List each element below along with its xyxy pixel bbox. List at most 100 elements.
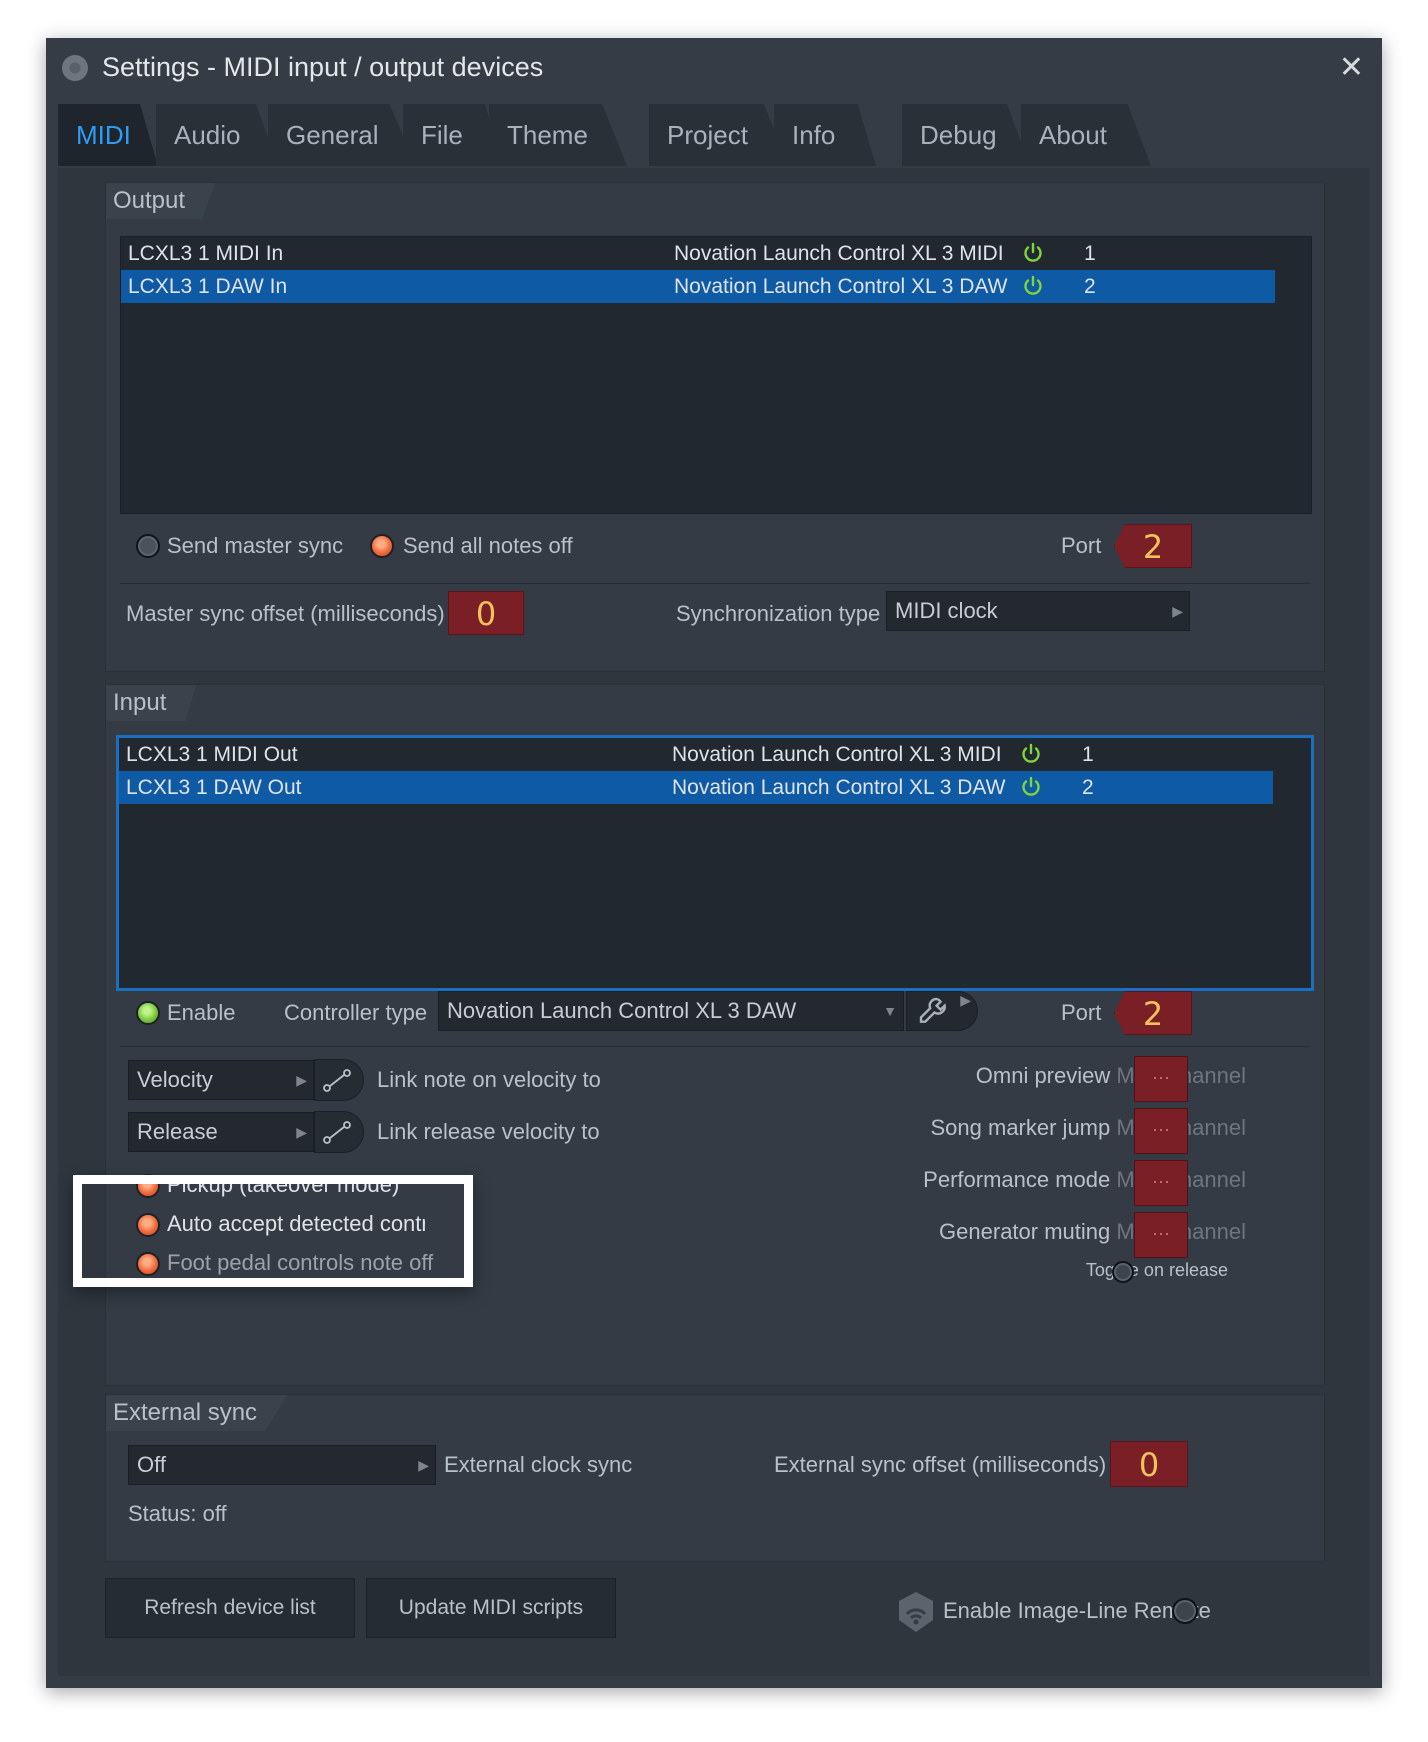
chevron-right-icon: ▶ [296,1124,307,1140]
link-curve-icon [323,1069,351,1092]
input-row-name: LCXL3 1 MIDI Out [126,743,298,766]
input-port-label: Port [1061,1000,1102,1025]
song-marker-channel[interactable]: ··· [1134,1108,1188,1154]
output-row-port: 1 [1084,242,1096,265]
external-sync-header: External sync [106,1395,288,1431]
input-row-port: 1 [1082,743,1094,766]
chevron-right-icon: ▶ [960,992,971,1008]
performance-mode-label: Performance mode MIDI channel [923,1167,1246,1193]
input-row-port: 2 [1082,776,1094,799]
output-port-input[interactable]: 2 [1114,524,1192,568]
link-note-on-label: Link note on velocity to [377,1067,601,1092]
input-row-name: LCXL3 1 DAW Out [126,776,302,799]
generator-muting-text: Generator muting [939,1219,1111,1244]
output-panel: Output LCXL3 1 MIDI In Novation Launch C… [105,182,1325,672]
input-row-device: Novation Launch Control XL 3 DAW [672,776,1006,799]
close-icon[interactable]: ✕ [1339,50,1364,85]
input-panel: Input LCXL3 1 MIDI Out Novation Launch C… [105,684,1325,1386]
input-row-selected[interactable]: LCXL3 1 DAW Out Novation Launch Control … [119,771,1273,804]
link-curve-icon [323,1121,351,1144]
input-row-device: Novation Launch Control XL 3 MIDI [672,743,1002,766]
generator-muting-channel[interactable]: ··· [1134,1212,1188,1258]
song-marker-label: Song marker jump MIDI channel [931,1115,1247,1141]
link-note-on-button[interactable] [314,1059,364,1101]
toggle-on-release-toggle[interactable] [1112,1261,1134,1283]
power-icon[interactable] [1021,241,1045,265]
send-master-sync-toggle[interactable] [136,534,160,558]
chevron-down-icon: ▼ [883,1003,897,1019]
input-device-list[interactable]: LCXL3 1 MIDI Out Novation Launch Control… [116,735,1314,991]
refresh-device-list-button[interactable]: Refresh device list [105,1578,355,1638]
divider [120,1046,1310,1047]
tab-bar: MIDI Audio General File Theme Project In… [46,104,1382,166]
output-row-name: LCXL3 1 MIDI In [128,242,284,265]
enable-toggle[interactable] [136,1001,160,1025]
external-sync-offset-label: External sync offset (milliseconds) [774,1452,1107,1477]
foot-pedal-toggle[interactable] [136,1252,160,1276]
power-icon[interactable] [1019,742,1043,766]
tab-midi[interactable]: MIDI [58,104,158,166]
tab-project[interactable]: Project [649,104,789,166]
chevron-right-icon: ▶ [418,1457,429,1473]
external-clock-sync-label: External clock sync [444,1452,633,1477]
link-release-button[interactable] [314,1111,364,1153]
tab-general[interactable]: General [268,104,416,166]
performance-mode-channel[interactable]: ··· [1134,1160,1188,1206]
send-master-sync-label: Send master sync [167,533,344,558]
enable-label: Enable [167,1000,236,1025]
image-line-remote-icon [899,1592,933,1632]
pickup-toggle[interactable] [136,1174,160,1198]
power-icon[interactable] [1019,775,1043,799]
input-port-input[interactable]: 2 [1114,991,1192,1035]
tab-theme[interactable]: Theme [489,104,627,166]
pickup-label: Pickup (takeover mode) [167,1172,400,1197]
external-sync-offset-input[interactable]: 0 [1110,1441,1188,1487]
enable-remote-toggle[interactable] [1172,1598,1198,1624]
controller-type-dropdown[interactable]: Novation Launch Control XL 3 DAW ▼ [438,991,904,1031]
tab-file[interactable]: File [403,104,503,166]
input-row[interactable]: LCXL3 1 MIDI Out Novation Launch Control… [119,738,1273,771]
external-sync-dropdown[interactable]: Off ▶ [128,1445,436,1485]
output-row[interactable]: LCXL3 1 MIDI In Novation Launch Control … [121,237,1275,270]
release-dropdown[interactable]: Release ▶ [128,1112,314,1152]
controller-settings-button[interactable]: ▶ [906,991,978,1031]
sync-type-label: Synchronization type [676,601,881,626]
performance-mode-text: Performance mode [923,1167,1111,1192]
tab-about[interactable]: About [1021,104,1151,166]
toggle-on-release-label: Toggle on release [1085,1260,1228,1280]
output-header: Output [106,183,216,219]
release-value: Release [137,1119,218,1144]
enable-remote-label: Enable Image-Line Remote [943,1598,1211,1623]
tab-debug[interactable]: Debug [902,104,1030,166]
velocity-dropdown[interactable]: Velocity ▶ [128,1060,314,1100]
master-sync-offset-input[interactable]: 0 [448,591,524,635]
output-device-list[interactable]: LCXL3 1 MIDI In Novation Launch Control … [120,236,1312,514]
master-sync-offset-label: Master sync offset (milliseconds) [126,601,445,626]
omni-preview-text: Omni preview [975,1063,1111,1088]
update-midi-scripts-button[interactable]: Update MIDI scripts [366,1578,616,1638]
link-release-label: Link release velocity to [377,1119,600,1144]
external-sync-status: Status: off [128,1501,227,1526]
omni-preview-label: Omni preview MIDI channel [976,1063,1246,1089]
send-all-notes-off-toggle[interactable] [370,534,394,558]
chevron-right-icon: ▶ [1172,603,1183,619]
output-row-selected[interactable]: LCXL3 1 DAW In Novation Launch Control X… [121,270,1275,303]
power-icon[interactable] [1021,274,1045,298]
external-sync-panel: External sync Off ▶ External clock sync … [105,1394,1325,1562]
song-marker-text: Song marker jump [930,1115,1111,1140]
tab-audio[interactable]: Audio [156,104,278,166]
controller-type-value: Novation Launch Control XL 3 DAW [447,998,797,1023]
auto-accept-label: Auto accept detected controller [167,1211,425,1236]
auto-accept-toggle[interactable] [136,1213,160,1237]
input-header: Input [106,685,197,721]
external-sync-value: Off [137,1452,166,1477]
window-title: Settings - MIDI input / output devices [102,52,544,82]
wrench-icon [919,997,946,1023]
output-port-label: Port [1061,533,1102,558]
omni-preview-channel[interactable]: ··· [1134,1056,1188,1102]
sync-type-dropdown[interactable]: MIDI clock ▶ [886,591,1190,631]
tab-info[interactable]: Info [774,104,876,166]
app-logo-icon [62,55,88,81]
settings-window: Settings - MIDI input / output devices ✕… [46,38,1382,1688]
sync-type-value: MIDI clock [895,598,998,623]
